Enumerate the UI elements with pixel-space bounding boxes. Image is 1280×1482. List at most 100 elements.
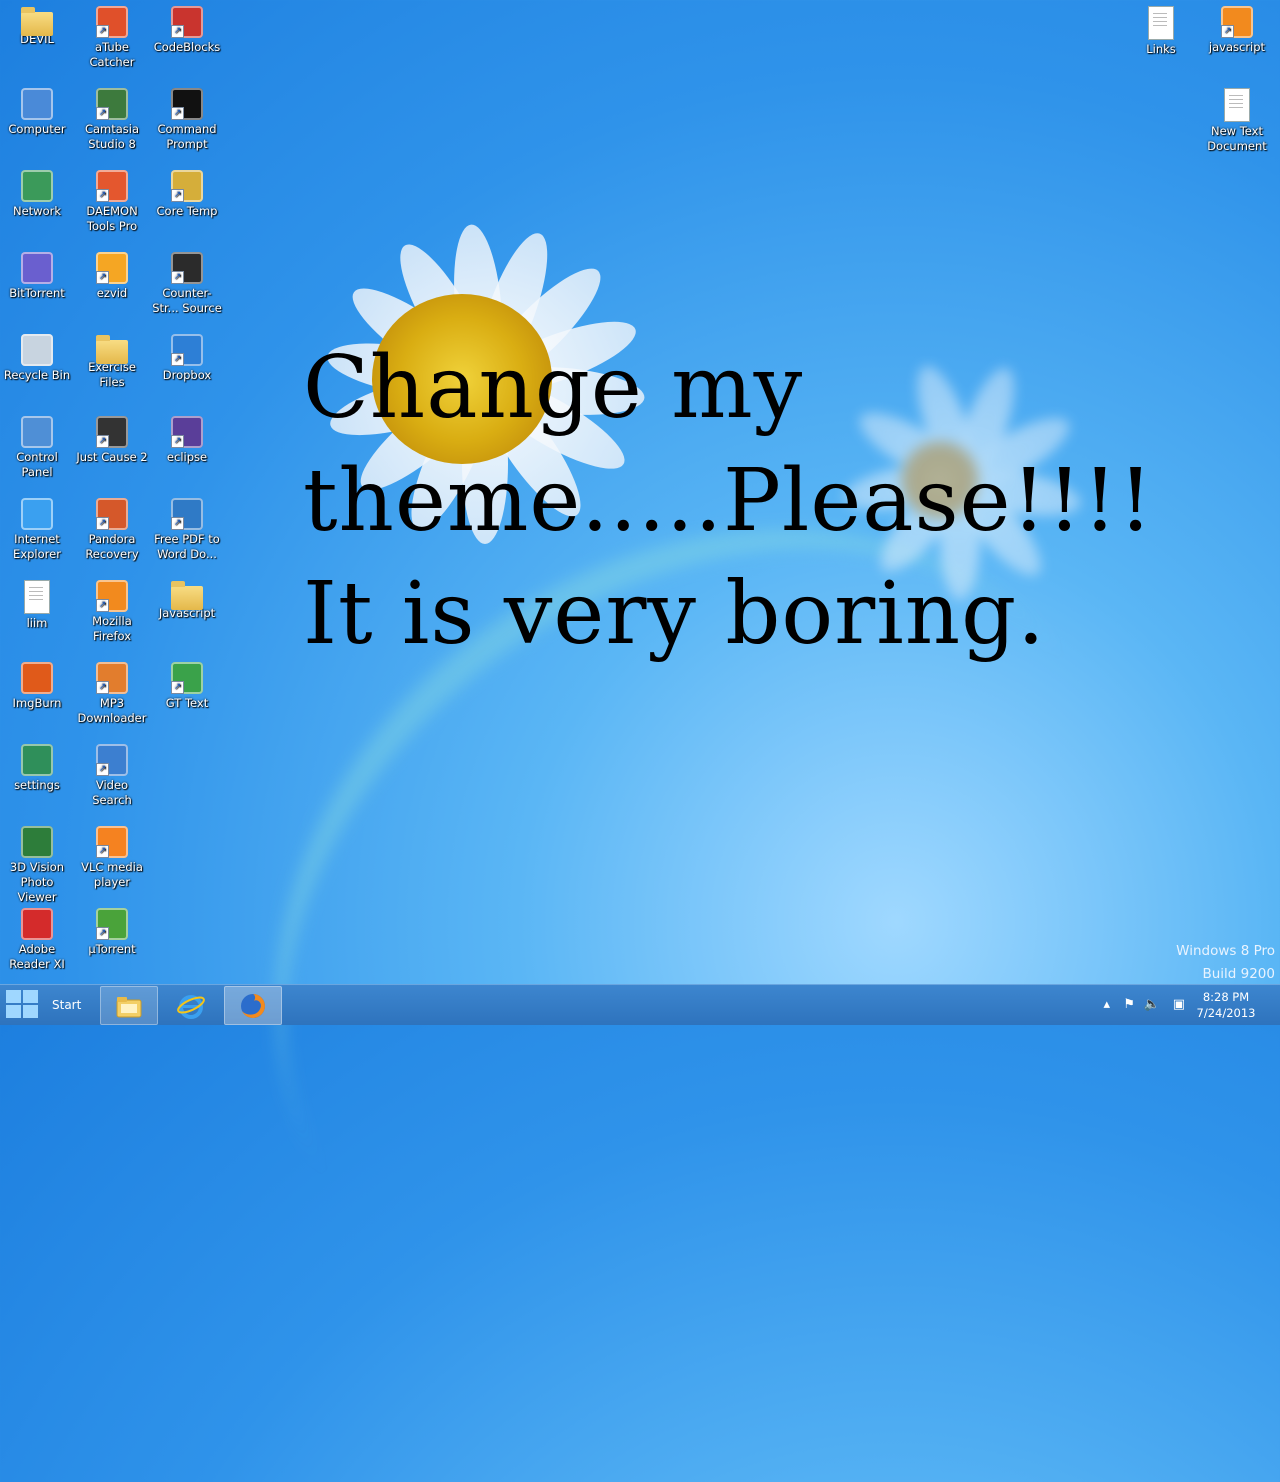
desktop-icon[interactable]: ↗ Mozilla Firefox	[75, 574, 149, 644]
start-label: Start	[52, 998, 82, 1012]
desktop-icon[interactable]: ImgBurn	[0, 656, 74, 711]
bittorrent-icon	[21, 252, 53, 284]
desktop-icon-label: Network	[12, 204, 62, 218]
folder-icon	[21, 7, 53, 36]
desktop-icon[interactable]: ↗ MP3 Downloader	[75, 656, 149, 726]
desktop-icon-label: ezvid	[96, 286, 128, 300]
network-icon[interactable]: ▣	[1173, 997, 1185, 1012]
desktop-icon-label: µTorrent	[88, 942, 136, 956]
desktop-icon-label: settings	[14, 778, 60, 792]
desktop-icon[interactable]: ↗ µTorrent	[75, 902, 149, 957]
desktop-icon[interactable]: ↗ Free PDF to Word Do...	[150, 492, 224, 562]
desktop-icon[interactable]: Network	[0, 164, 74, 219]
desktop-icon-label: New Text Document	[1207, 124, 1267, 153]
desktop-icon[interactable]: ↗ Video Search	[75, 738, 149, 808]
dropbox-icon: ↗	[171, 334, 203, 366]
firefox-taskbar-button[interactable]	[224, 986, 282, 1025]
folder-icon	[96, 335, 128, 364]
desktop-icon-label: CodeBlocks	[153, 40, 221, 54]
desktop-icon[interactable]: Adobe Reader XI	[0, 902, 74, 972]
firefox-icon: ↗	[96, 580, 128, 612]
desktop-icon[interactable]: liim	[0, 574, 74, 631]
desktop-icon[interactable]: ↗ VLC media player	[75, 820, 149, 890]
vlc-icon: ↗	[96, 826, 128, 858]
shortcut-arrow-icon: ↗	[1221, 25, 1234, 38]
3d-vision-icon	[21, 826, 53, 858]
control-panel-icon	[21, 416, 53, 448]
desktop-icon[interactable]: ↗ DAEMON Tools Pro	[75, 164, 149, 234]
desktop-icon[interactable]: Computer	[0, 82, 74, 137]
desktop-icon-label: VLC media player	[81, 860, 143, 889]
recycle-bin-icon	[21, 334, 53, 366]
desktop-icon-label: Exercise Files	[88, 360, 136, 389]
desktop-icon[interactable]: ↗ Dropbox	[150, 328, 224, 383]
desktop-icon-label: Free PDF to Word Do...	[154, 532, 220, 561]
shortcut-arrow-icon: ↗	[96, 763, 109, 776]
counter-strike-icon: ↗	[171, 252, 203, 284]
action-center-flag-icon[interactable]: ⚑	[1123, 997, 1135, 1012]
ezvid-icon: ↗	[96, 252, 128, 284]
desktop-icon[interactable]: settings	[0, 738, 74, 793]
desktop-icon[interactable]: New Text Document	[1200, 82, 1274, 154]
desktop-icon[interactable]: Javascript	[150, 574, 224, 621]
shortcut-arrow-icon: ↗	[171, 681, 184, 694]
desktop-icon[interactable]: ↗ CodeBlocks	[150, 0, 224, 55]
camtasia-icon: ↗	[96, 88, 128, 120]
desktop-icon-label: Video Search	[92, 778, 132, 807]
desktop-icon[interactable]: ↗ ezvid	[75, 246, 149, 301]
desktop-icon-label: Camtasia Studio 8	[84, 122, 140, 151]
desktop-icon[interactable]: ↗ Camtasia Studio 8	[75, 82, 149, 152]
core-temp-icon: ↗	[171, 170, 203, 202]
internet-explorer-taskbar-button[interactable]	[162, 986, 220, 1025]
codeblocks-icon: ↗	[171, 6, 203, 38]
shortcut-arrow-icon: ↗	[171, 435, 184, 448]
desktop-icon[interactable]: ↗ Pandora Recovery	[75, 492, 149, 562]
desktop-icon[interactable]: ↗ aTube Catcher	[75, 0, 149, 70]
speaker-icon[interactable]: 🔈	[1144, 997, 1160, 1012]
desktop-icon-label: Adobe Reader XI	[9, 942, 65, 971]
desktop-icon-label: Recycle Bin	[3, 368, 71, 382]
desktop-icon[interactable]: ↗ eclipse	[150, 410, 224, 465]
overlay-line: theme.....Please!!!!	[303, 451, 1154, 551]
desktop-icon[interactable]: BitTorrent	[0, 246, 74, 301]
overlay-line: Change my	[303, 338, 804, 438]
desktop-icon[interactable]: 3D Vision Photo Viewer	[0, 820, 74, 905]
desktop-icon[interactable]: ↗ Counter-Str... Source	[150, 246, 224, 316]
daemon-tools-icon: ↗	[96, 170, 128, 202]
desktop-icon[interactable]: Recycle Bin	[0, 328, 74, 383]
video-search-icon: ↗	[96, 744, 128, 776]
desktop-icon[interactable]: ↗ javascript	[1200, 0, 1274, 55]
start-button[interactable]: Start	[0, 985, 90, 1025]
desktop-icon[interactable]: ↗ Core Temp	[150, 164, 224, 219]
desktop-icon-label: Counter-Str... Source	[152, 286, 222, 315]
desktop-icon[interactable]: DEVIL	[0, 0, 74, 47]
just-cause-icon: ↗	[96, 416, 128, 448]
shortcut-arrow-icon: ↗	[171, 271, 184, 284]
desktop-icon[interactable]: ↗ Just Cause 2	[75, 410, 149, 465]
shortcut-arrow-icon: ↗	[96, 599, 109, 612]
desktop-icon[interactable]: ↗ Command Prompt	[150, 82, 224, 152]
desktop-icon[interactable]: Links	[1124, 0, 1198, 57]
desktop-icon-label: Command Prompt	[157, 122, 217, 151]
shortcut-arrow-icon: ↗	[96, 271, 109, 284]
pandora-recovery-icon: ↗	[96, 498, 128, 530]
shortcut-arrow-icon: ↗	[96, 681, 109, 694]
desktop-icon-label: Mozilla Firefox	[92, 614, 132, 643]
pdf-to-word-icon: ↗	[171, 498, 203, 530]
file-explorer-taskbar-button[interactable]	[100, 986, 158, 1025]
desktop-icon[interactable]: ↗ GT Text	[150, 656, 224, 711]
desktop-icon[interactable]: Control Panel	[0, 410, 74, 480]
atube-catcher-icon: ↗	[96, 6, 128, 38]
shortcut-arrow-icon: ↗	[96, 845, 109, 858]
desktop-icon-label: Computer	[8, 122, 66, 136]
shortcut-arrow-icon: ↗	[96, 107, 109, 120]
imgburn-icon	[21, 662, 53, 694]
tray-clock[interactable]: 8:28 PM 7/24/2013	[1196, 989, 1256, 1021]
desktop-icon[interactable]: Exercise Files	[75, 328, 149, 390]
internet-explorer-icon	[21, 498, 53, 530]
chevron-up-icon[interactable]: ▴	[1103, 997, 1110, 1012]
settings-icon	[21, 744, 53, 776]
eclipse-icon: ↗	[171, 416, 203, 448]
desktop-icon-label: eclipse	[166, 450, 208, 464]
desktop-icon[interactable]: Internet Explorer	[0, 492, 74, 562]
